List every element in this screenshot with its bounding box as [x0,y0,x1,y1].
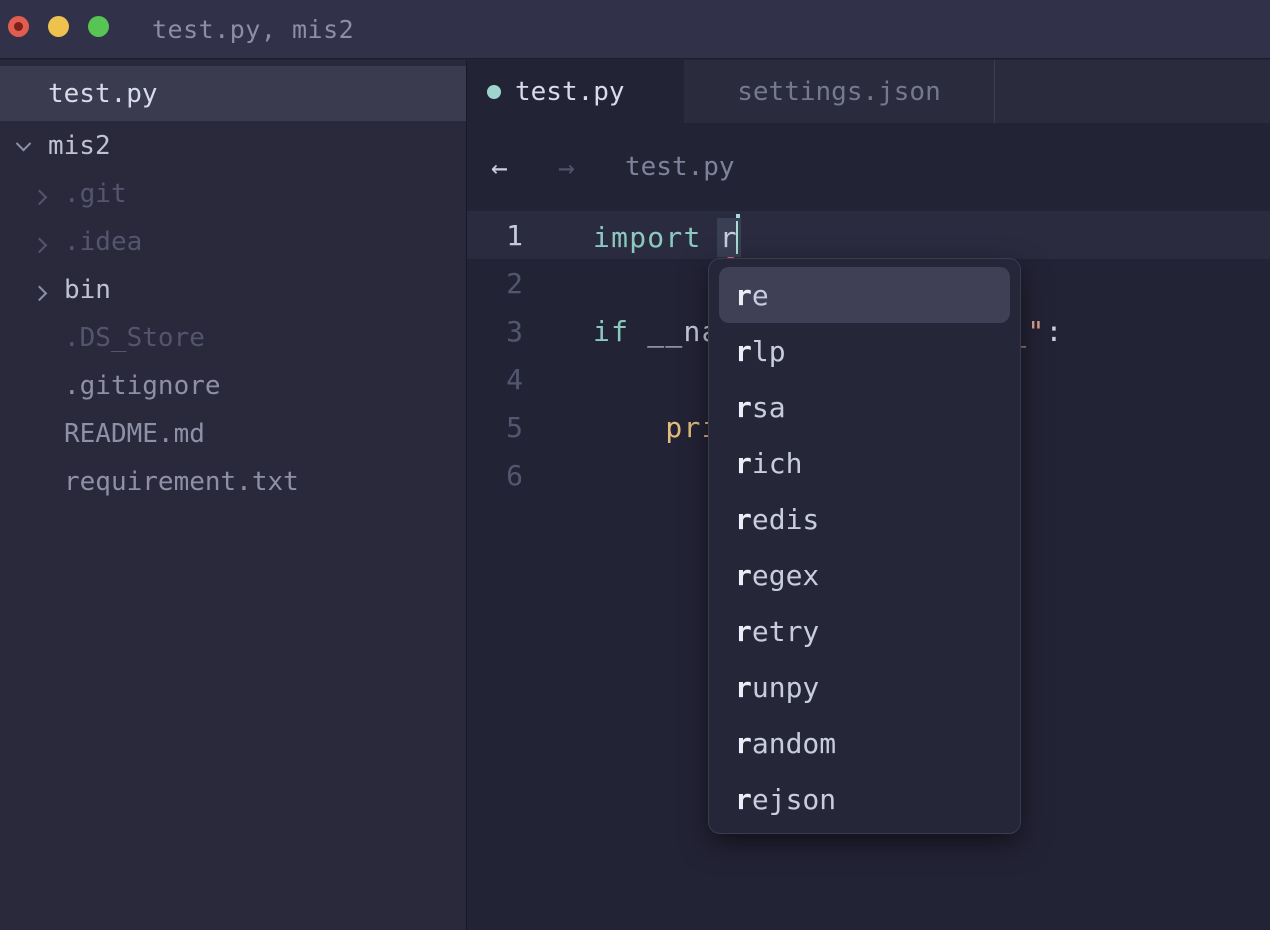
chevron-right-icon [24,237,54,248]
nav-back-button[interactable]: ← [491,123,508,211]
selected-file-label: test.py [48,79,158,109]
completion-item-rsa[interactable]: rsa [719,379,1010,435]
tab-label: test.py [515,77,625,107]
code-token [593,411,665,444]
completion-item-runpy[interactable]: runpy [719,659,1010,715]
completion-label: andom [752,727,836,760]
completion-item-rich[interactable]: rich [719,435,1010,491]
line-number: 4 [467,363,523,396]
line-number: 3 [467,315,523,348]
tab-label: settings.json [737,77,941,107]
chevron-down-icon [8,141,38,152]
minimize-button[interactable] [48,16,69,37]
project-panel: test.py mis2 .git .idea bin .DS_Store .gitign… [0,60,466,930]
completion-label: lp [752,335,786,368]
completion-item-random[interactable]: random [719,715,1010,771]
toolbar: ← → test.py [467,123,1270,211]
sidebar-item-requirement-txt[interactable]: requirement.txt [0,458,466,506]
completion-label: etry [752,615,819,648]
matched-prefix: r [735,783,752,816]
completion-item-re[interactable]: re [719,267,1010,323]
line-number: 2 [467,267,523,300]
traffic-lights [8,16,109,37]
close-button[interactable] [8,16,29,37]
tab-settings-json[interactable]: settings.json [684,60,995,123]
file-tree: mis2 .git .idea bin .DS_Store .gitignore READM… [0,122,466,506]
matched-prefix: r [735,559,752,592]
code-text: import r [593,214,740,256]
code-token: if [593,315,629,348]
text-cursor [736,214,740,256]
chevron-right-icon [24,285,54,296]
sidebar-item-readme-md[interactable]: README.md [0,410,466,458]
chevron-right-icon [24,189,54,200]
matched-prefix: r [735,335,752,368]
sidebar-item--git[interactable]: .git [0,170,466,218]
tree-item-label: README.md [64,419,205,449]
main-split: test.py mis2 .git .idea bin .DS_Store .gitign… [0,60,1270,930]
tree-item-label: .git [64,179,127,209]
sidebar-item--ds-store[interactable]: .DS_Store [0,314,466,362]
maximize-button[interactable] [88,16,109,37]
code-token: import [593,221,702,254]
breadcrumb[interactable]: test.py [625,123,735,211]
matched-prefix: r [735,671,752,704]
tree-item-label: .idea [64,227,142,257]
editor-window: test.py, mis2 test.py mis2 .git .idea bin .D… [0,0,1270,930]
sidebar-item-bin[interactable]: bin [0,266,466,314]
nav-forward-button[interactable]: → [558,123,575,211]
completion-item-redis[interactable]: redis [719,491,1010,547]
completion-item-regex[interactable]: regex [719,547,1010,603]
completion-item-rejson[interactable]: rejson [719,771,1010,827]
matched-prefix: r [735,447,752,480]
sidebar-item--idea[interactable]: .idea [0,218,466,266]
line-number: 6 [467,459,523,492]
tree-item-label: .gitignore [64,371,221,401]
autocomplete-popup: rerlprsarichredisregexretryrunpyrandomre… [708,258,1021,834]
sidebar-item-selected-file[interactable]: test.py [0,66,466,121]
completion-item-retry[interactable]: retry [719,603,1010,659]
code-line: 1 import r [467,211,1270,259]
tree-item-label: mis2 [48,131,111,161]
completion-label: ich [752,447,803,480]
matched-prefix: r [735,279,752,312]
code-text: pri [593,411,720,444]
tree-item-label: bin [64,275,111,305]
completion-label: egex [752,559,819,592]
matched-prefix: r [735,615,752,648]
code-token: : [1045,315,1063,348]
line-number: 5 [467,411,523,444]
sidebar-item--gitignore[interactable]: .gitignore [0,362,466,410]
tab-test-py[interactable]: test.py [467,60,684,123]
completion-label: e [752,279,769,312]
matched-prefix: r [735,391,752,424]
title-bar: test.py, mis2 [0,0,1270,59]
tree-item-label: requirement.txt [64,467,299,497]
completion-label: sa [752,391,786,424]
tab-bar: test.py settings.json [467,60,1270,123]
sidebar-item-mis2[interactable]: mis2 [0,122,466,170]
completion-label: ejson [752,783,836,816]
completion-label: unpy [752,671,819,704]
completion-item-rlp[interactable]: rlp [719,323,1010,379]
completion-label: edis [752,503,819,536]
modified-dot-icon [487,85,501,99]
code-token [702,221,720,254]
tree-item-label: .DS_Store [64,323,205,353]
matched-prefix: r [735,503,752,536]
window-title: test.py, mis2 [152,0,354,59]
matched-prefix: r [735,727,752,760]
line-number: 1 [467,219,523,252]
